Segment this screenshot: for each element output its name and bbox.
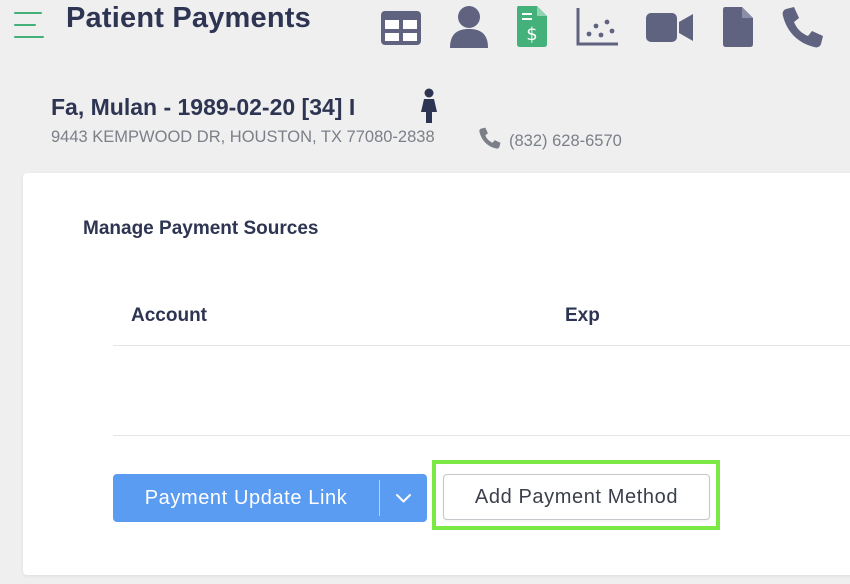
patient-address: 9443 KEMPWOOD DR, HOUSTON, TX 77080-2838 bbox=[51, 128, 435, 146]
table-icon[interactable] bbox=[379, 4, 423, 48]
payment-sources-card: Manage Payment Sources Account Exp Payme… bbox=[23, 173, 850, 575]
hamburger-menu-icon[interactable] bbox=[14, 12, 46, 42]
top-bar: Patient Payments $ bbox=[0, 0, 850, 60]
phone-icon[interactable] bbox=[780, 4, 826, 48]
video-camera-icon[interactable] bbox=[645, 4, 695, 48]
user-icon[interactable] bbox=[448, 4, 490, 48]
female-person-icon bbox=[418, 88, 440, 129]
patient-phone: (832) 628-6570 bbox=[509, 132, 622, 150]
column-header-exp: Exp bbox=[565, 305, 600, 326]
add-payment-method-button[interactable]: Add Payment Method bbox=[443, 474, 710, 520]
chevron-down-icon[interactable] bbox=[380, 474, 427, 522]
table-body-empty bbox=[113, 346, 850, 436]
document-icon[interactable] bbox=[721, 4, 755, 48]
patient-name: Fa, Mulan - 1989-02-20 [34] I bbox=[51, 94, 356, 120]
invoice-dollar-icon[interactable]: $ bbox=[515, 4, 549, 48]
svg-text:$: $ bbox=[526, 24, 537, 45]
column-header-account: Account bbox=[131, 305, 207, 326]
table-header: Account Exp bbox=[113, 285, 850, 346]
payment-update-link-button[interactable]: Payment Update Link bbox=[113, 474, 379, 522]
scatter-chart-icon[interactable] bbox=[576, 4, 620, 48]
page-title: Patient Payments bbox=[66, 2, 311, 34]
phone-icon bbox=[478, 126, 502, 155]
section-title: Manage Payment Sources bbox=[83, 218, 319, 239]
payment-update-link-split-button: Payment Update Link bbox=[113, 474, 427, 522]
